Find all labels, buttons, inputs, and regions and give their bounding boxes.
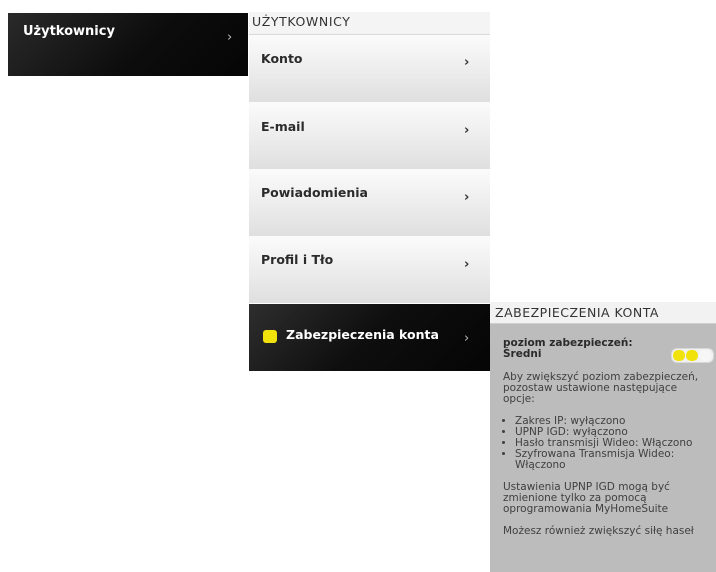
chevron-right-icon: › bbox=[464, 190, 470, 205]
menu-item-profile[interactable]: Profil i Tło › bbox=[249, 236, 490, 303]
security-level-indicator bbox=[671, 348, 714, 363]
note-text: Ustawienia UPNP IGD mogą być zmienione t… bbox=[503, 481, 670, 515]
chevron-right-icon: › bbox=[464, 55, 470, 70]
chevron-right-icon: › bbox=[464, 331, 470, 346]
list-item: Szyfrowana Transmisja Wideo: Włączono bbox=[515, 449, 711, 471]
menu-item-label: E-mail bbox=[261, 119, 305, 134]
panel-title: ZABEZPIECZENIA KONTA bbox=[495, 305, 659, 320]
chevron-right-icon: › bbox=[464, 257, 470, 272]
menu-item-notifications[interactable]: Powiadomienia › bbox=[249, 169, 490, 236]
menu-item-label: Konto bbox=[261, 51, 303, 66]
menu-item-account-security[interactable]: Zabezpieczenia konta › bbox=[249, 304, 490, 371]
options-list: Zakres IP: wyłączono UPNP IGD: wyłączono… bbox=[503, 416, 711, 471]
menu-item-label: Zabezpieczenia konta bbox=[286, 327, 439, 342]
account-security-panel: ZABEZPIECZENIA KONTA poziom zabezpieczeń… bbox=[490, 302, 716, 572]
users-submenu: UŻYTKOWNICY Konto › E-mail › Powiadomien… bbox=[249, 12, 490, 371]
menu-item-email[interactable]: E-mail › bbox=[249, 102, 490, 169]
submenu-title: UŻYTKOWNICY bbox=[252, 14, 351, 29]
submenu-header: UŻYTKOWNICY bbox=[249, 12, 490, 35]
level-segment bbox=[686, 350, 698, 361]
level-segment bbox=[673, 350, 685, 361]
sidebar-item-users[interactable]: Użytkownicy › bbox=[8, 13, 248, 76]
intro-text: Aby zwiększyć poziom zabezpieczeń, pozos… bbox=[503, 371, 699, 405]
status-bullet-icon bbox=[263, 330, 277, 343]
menu-item-label: Powiadomienia bbox=[261, 185, 368, 200]
chevron-right-icon: › bbox=[464, 123, 470, 138]
footer-text: Możesz również zwiększyć siłę haseł bbox=[503, 525, 694, 537]
panel-header: ZABEZPIECZENIA KONTA bbox=[490, 302, 716, 324]
menu-item-label: Profil i Tło bbox=[261, 252, 334, 267]
level-segment bbox=[699, 350, 711, 361]
chevron-right-icon: › bbox=[227, 30, 233, 45]
menu-item-account[interactable]: Konto › bbox=[249, 35, 490, 102]
panel-body: poziom zabezpieczeń: Średni Aby zwiększy… bbox=[503, 338, 711, 537]
sidebar-item-label: Użytkownicy bbox=[23, 24, 115, 39]
